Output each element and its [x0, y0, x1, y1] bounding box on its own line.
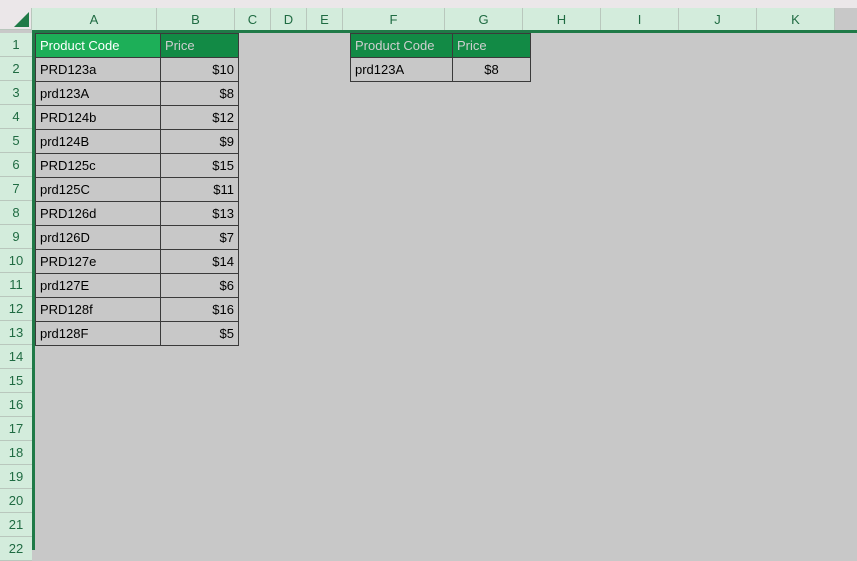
result-header-cell-0[interactable]: Product Code: [350, 33, 453, 58]
column-header-h[interactable]: H: [523, 8, 601, 30]
row-header-15[interactable]: 15: [0, 369, 32, 393]
source-row: PRD127e $14: [35, 249, 239, 274]
source-price-cell[interactable]: $10: [160, 57, 239, 82]
source-code-cell[interactable]: PRD128f: [35, 297, 161, 322]
source-price-cell[interactable]: $14: [160, 249, 239, 274]
row-header-8[interactable]: 8: [0, 201, 32, 225]
source-header-cell-1[interactable]: Price: [160, 33, 239, 58]
source-row: PRD123a $10: [35, 57, 239, 82]
source-price-cell[interactable]: $7: [160, 225, 239, 250]
source-price-cell[interactable]: $6: [160, 273, 239, 298]
row-header-21[interactable]: 21: [0, 513, 32, 537]
row-header-22[interactable]: 22: [0, 537, 32, 561]
result-price-cell[interactable]: $8: [452, 57, 531, 82]
source-price-cell[interactable]: $5: [160, 321, 239, 346]
spreadsheet-canvas: ABCDEFGHIJK 1 2 3 4 5 6 7 8 9 10 11 12 13 14 15 16 17 18 1…: [0, 0, 857, 561]
column-header-a[interactable]: A: [32, 8, 157, 30]
row-header-9[interactable]: 9: [0, 225, 32, 249]
row-header-10[interactable]: 10: [0, 249, 32, 273]
row-header-2[interactable]: 2: [0, 57, 32, 81]
row-header-12[interactable]: 12: [0, 297, 32, 321]
row-header-13[interactable]: 13: [0, 321, 32, 345]
source-row: prd123A $8: [35, 81, 239, 106]
select-all-triangle-icon: [14, 12, 29, 27]
column-header-i[interactable]: I: [601, 8, 679, 30]
source-row: prd124B $9: [35, 129, 239, 154]
result-header-cell-1[interactable]: Price: [452, 33, 531, 58]
row-header-7[interactable]: 7: [0, 177, 32, 201]
source-data-table[interactable]: Product Code Price PRD123a $10 prd123A $8 PRD1…: [35, 33, 239, 346]
select-all-button[interactable]: [0, 8, 32, 30]
row-header-11[interactable]: 11: [0, 273, 32, 297]
result-header-row: Product Code Price: [350, 33, 531, 58]
source-row: PRD125c $15: [35, 153, 239, 178]
source-price-cell[interactable]: $12: [160, 105, 239, 130]
row-header-19[interactable]: 19: [0, 465, 32, 489]
row-header-3[interactable]: 3: [0, 81, 32, 105]
row-header-4[interactable]: 4: [0, 105, 32, 129]
column-header-g[interactable]: G: [445, 8, 523, 30]
row-header-14[interactable]: 14: [0, 345, 32, 369]
source-row: PRD124b $12: [35, 105, 239, 130]
result-row: prd123A $8: [350, 57, 531, 82]
source-row: prd128F $5: [35, 321, 239, 346]
source-code-cell[interactable]: prd124B: [35, 129, 161, 154]
source-row: PRD126d $13: [35, 201, 239, 226]
result-data-table[interactable]: Product Code Price prd123A $8: [350, 33, 531, 82]
column-header-f[interactable]: F: [343, 8, 445, 30]
source-price-cell[interactable]: $16: [160, 297, 239, 322]
source-row: prd127E $6: [35, 273, 239, 298]
column-header-k[interactable]: K: [757, 8, 835, 30]
source-code-cell[interactable]: PRD124b: [35, 105, 161, 130]
column-header-row: ABCDEFGHIJK: [32, 8, 835, 30]
source-price-cell[interactable]: $8: [160, 81, 239, 106]
source-code-cell[interactable]: prd125C: [35, 177, 161, 202]
source-code-cell[interactable]: prd127E: [35, 273, 161, 298]
row-header-18[interactable]: 18: [0, 441, 32, 465]
source-code-cell[interactable]: PRD127e: [35, 249, 161, 274]
source-price-cell[interactable]: $11: [160, 177, 239, 202]
column-header-j[interactable]: J: [679, 8, 757, 30]
column-header-c[interactable]: C: [235, 8, 271, 30]
result-code-cell[interactable]: prd123A: [350, 57, 453, 82]
row-header-20[interactable]: 20: [0, 489, 32, 513]
source-row: prd126D $7: [35, 225, 239, 250]
source-price-cell[interactable]: $9: [160, 129, 239, 154]
source-code-cell[interactable]: PRD123a: [35, 57, 161, 82]
source-header-cell-0[interactable]: Product Code: [35, 33, 161, 58]
source-price-cell[interactable]: $13: [160, 201, 239, 226]
source-header-row: Product Code Price: [35, 33, 239, 58]
column-header-b[interactable]: B: [157, 8, 235, 30]
source-code-cell[interactable]: prd123A: [35, 81, 161, 106]
cell-grid[interactable]: Product Code Price PRD123a $10 prd123A $8 PRD1…: [35, 33, 857, 550]
source-code-cell[interactable]: PRD126d: [35, 201, 161, 226]
row-header-16[interactable]: 16: [0, 393, 32, 417]
column-header-d[interactable]: D: [271, 8, 307, 30]
source-row: prd125C $11: [35, 177, 239, 202]
row-header-6[interactable]: 6: [0, 153, 32, 177]
source-code-cell[interactable]: prd126D: [35, 225, 161, 250]
source-code-cell[interactable]: prd128F: [35, 321, 161, 346]
row-header-5[interactable]: 5: [0, 129, 32, 153]
row-header-1[interactable]: 1: [0, 33, 32, 57]
row-header-column: 1 2 3 4 5 6 7 8 9 10 11 12 13 14 15 16 17 18 19 20 21 22: [0, 33, 32, 561]
top-strip: [0, 0, 857, 8]
row-header-17[interactable]: 17: [0, 417, 32, 441]
source-row: PRD128f $16: [35, 297, 239, 322]
source-code-cell[interactable]: PRD125c: [35, 153, 161, 178]
column-header-e[interactable]: E: [307, 8, 343, 30]
source-price-cell[interactable]: $15: [160, 153, 239, 178]
